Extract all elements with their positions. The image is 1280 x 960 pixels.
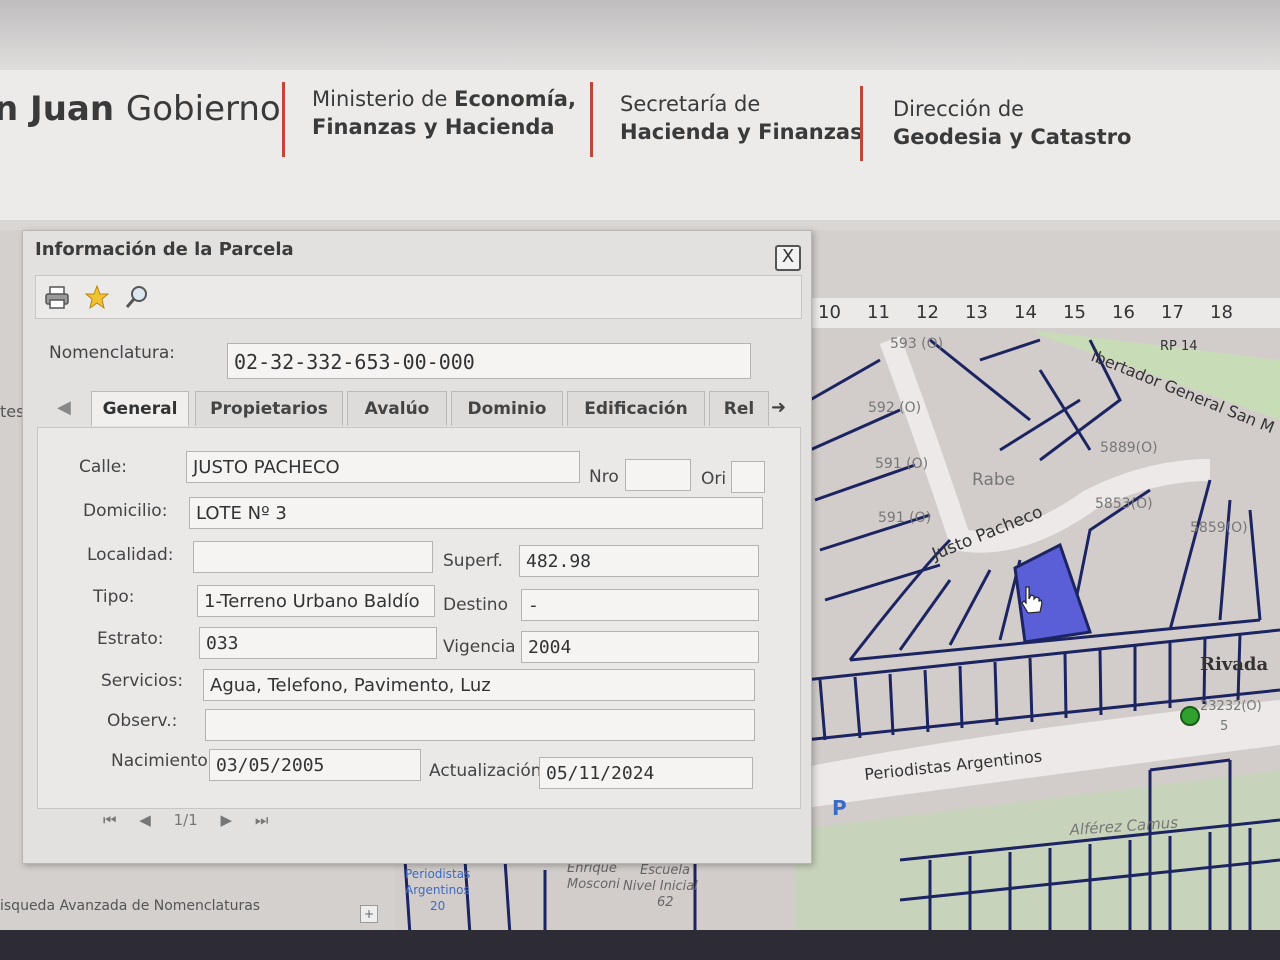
tab-scroll-left-icon[interactable]: ◀ <box>57 397 71 418</box>
print-icon[interactable] <box>44 284 70 310</box>
tipo-label: Tipo: <box>93 587 135 607</box>
header-separator <box>282 82 285 157</box>
destino-field[interactable]: - <box>521 589 759 621</box>
tab-general[interactable]: General <box>91 391 189 426</box>
map-label: Mosconi <box>567 877 620 892</box>
record-pager: ⏮ ◀ 1/1 ▶ ⏭ <box>103 811 286 829</box>
nro-field[interactable] <box>625 459 691 491</box>
next-page-icon[interactable]: ▶ <box>221 811 233 829</box>
map-label: Nivel Inicial <box>623 879 698 894</box>
ruler-tick: 10 <box>818 302 841 323</box>
parcel-label: 5859(O) <box>1190 520 1248 536</box>
domicilio-label: Domicilio: <box>83 501 168 521</box>
first-page-icon[interactable]: ⏮ <box>103 811 117 829</box>
parcel-label: 591 (O) <box>878 510 931 526</box>
cadastral-map[interactable]: Justo Pacheco Periodistas Argentinos ibe… <box>790 300 1280 930</box>
hand-cursor-icon <box>1021 586 1043 614</box>
actualizacion-label: Actualización <box>429 761 542 781</box>
parcel-label: 5853(O) <box>1095 496 1153 512</box>
tab-dominio[interactable]: Dominio <box>451 391 563 426</box>
estrato-label: Estrato: <box>97 629 164 649</box>
superf-label: Superf. <box>443 551 503 571</box>
map-label: 62 <box>657 895 674 910</box>
map-label: 20 <box>430 899 445 913</box>
tab-rel[interactable]: Rel <box>709 391 769 426</box>
header-separator <box>590 82 593 157</box>
map-label: Argentinos <box>405 883 470 897</box>
header-separator <box>860 86 863 161</box>
ruler-tick: 12 <box>916 302 939 323</box>
map-label: Escuela <box>640 863 690 878</box>
parcel-label: 591 (O) <box>875 456 928 472</box>
vigencia-field[interactable]: 2004 <box>521 631 759 663</box>
actualizacion-field[interactable]: 05/11/2024 <box>539 757 753 789</box>
sidebar-advanced-search[interactable]: isqueda Avanzada de Nomenclaturas <box>0 898 260 914</box>
observ-field[interactable] <box>205 709 755 741</box>
ori-label: Ori <box>701 469 727 489</box>
parcel-label: 5 <box>1220 719 1228 734</box>
calle-field[interactable]: JUSTO PACHECO <box>186 451 580 483</box>
parcel-info-dialog: Información de la Parcela X Nomenclatura… <box>22 230 812 864</box>
servicios-label: Servicios: <box>101 671 184 691</box>
grid-ruler: 10 11 12 13 14 15 16 17 18 <box>805 298 1280 328</box>
street-label-rivadavia: Rivada <box>1200 654 1269 675</box>
street-label-rabe: Rabe <box>972 470 1015 490</box>
observ-label: Observ.: <box>107 711 178 731</box>
estrato-field[interactable]: 033 <box>199 627 437 659</box>
parcel-label: 23232(O) <box>1200 699 1262 714</box>
screen-bezel <box>0 0 1280 75</box>
nacimiento-label: Nacimiento: <box>111 751 214 771</box>
vigencia-label: Vigencia <box>443 637 516 657</box>
direccion-label: Dirección de Geodesia y Catastro <box>893 97 1132 149</box>
map-bottom-fragment: Periodistas Argentinos 20 Enrique Moscon… <box>395 860 795 935</box>
prev-page-icon[interactable]: ◀ <box>139 811 151 829</box>
search-icon[interactable] <box>124 284 150 310</box>
domicilio-field[interactable]: LOTE Nº 3 <box>189 497 763 529</box>
tab-propietarios[interactable]: Propietarios <box>195 391 343 426</box>
secretaria-label: Secretaría de Hacienda y Finanzas <box>620 92 863 144</box>
ruler-tick: 18 <box>1210 302 1233 323</box>
ruler-tick: 17 <box>1161 302 1184 323</box>
road-label-rp14: RP 14 <box>1160 339 1198 354</box>
tab-bar: ◀ General Propietarios Avalúo Dominio Ed… <box>47 391 807 427</box>
calle-label: Calle: <box>79 457 127 477</box>
parcel-label: 5889(O) <box>1100 440 1158 456</box>
superf-field[interactable]: 482.98 <box>519 545 759 577</box>
location-marker[interactable] <box>1180 706 1200 726</box>
ministerio-label: Ministerio de Economía, Finanzas y Hacie… <box>312 87 576 139</box>
gobierno-logo-text: n Juan Gobierno <box>0 89 281 129</box>
page-indicator: 1/1 <box>173 811 198 829</box>
star-icon[interactable] <box>84 284 110 310</box>
ruler-tick: 14 <box>1014 302 1037 323</box>
dialog-title: Información de la Parcela <box>35 239 294 260</box>
destino-label: Destino <box>443 595 508 615</box>
servicios-field[interactable]: Agua, Telefono, Pavimento, Luz <box>203 669 755 701</box>
dialog-toolbar <box>35 275 802 319</box>
map-label: Periodistas <box>405 867 470 881</box>
ori-field[interactable] <box>731 461 765 493</box>
nomenclatura-field[interactable]: 02-32-332-653-00-000 <box>227 343 751 379</box>
sidebar-partial-label: tes <box>0 402 25 421</box>
ruler-tick: 11 <box>867 302 890 323</box>
nomenclatura-label: Nomenclatura: <box>49 343 175 363</box>
last-page-icon[interactable]: ⏭ <box>255 811 269 829</box>
taskbar <box>0 930 1280 960</box>
localidad-field[interactable] <box>193 541 433 573</box>
tab-avaluo[interactable]: Avalúo <box>347 391 447 426</box>
localidad-label: Localidad: <box>87 545 174 565</box>
nro-label: Nro <box>589 467 619 487</box>
ruler-tick: 13 <box>965 302 988 323</box>
tab-edificacion[interactable]: Edificación <box>567 391 705 426</box>
parking-icon: P <box>832 796 847 820</box>
ruler-tick: 15 <box>1063 302 1086 323</box>
close-button[interactable]: X <box>775 245 801 271</box>
parcel-label: 592 (O) <box>868 400 921 416</box>
expand-button[interactable]: + <box>360 905 378 923</box>
nacimiento-field[interactable]: 03/05/2005 <box>209 749 421 781</box>
tab-scroll-right-icon[interactable]: ➜ <box>771 397 786 418</box>
tipo-field[interactable]: 1-Terreno Urbano Baldío <box>197 585 435 617</box>
parcel-label: 593 (O) <box>890 336 943 352</box>
ruler-tick: 16 <box>1112 302 1135 323</box>
